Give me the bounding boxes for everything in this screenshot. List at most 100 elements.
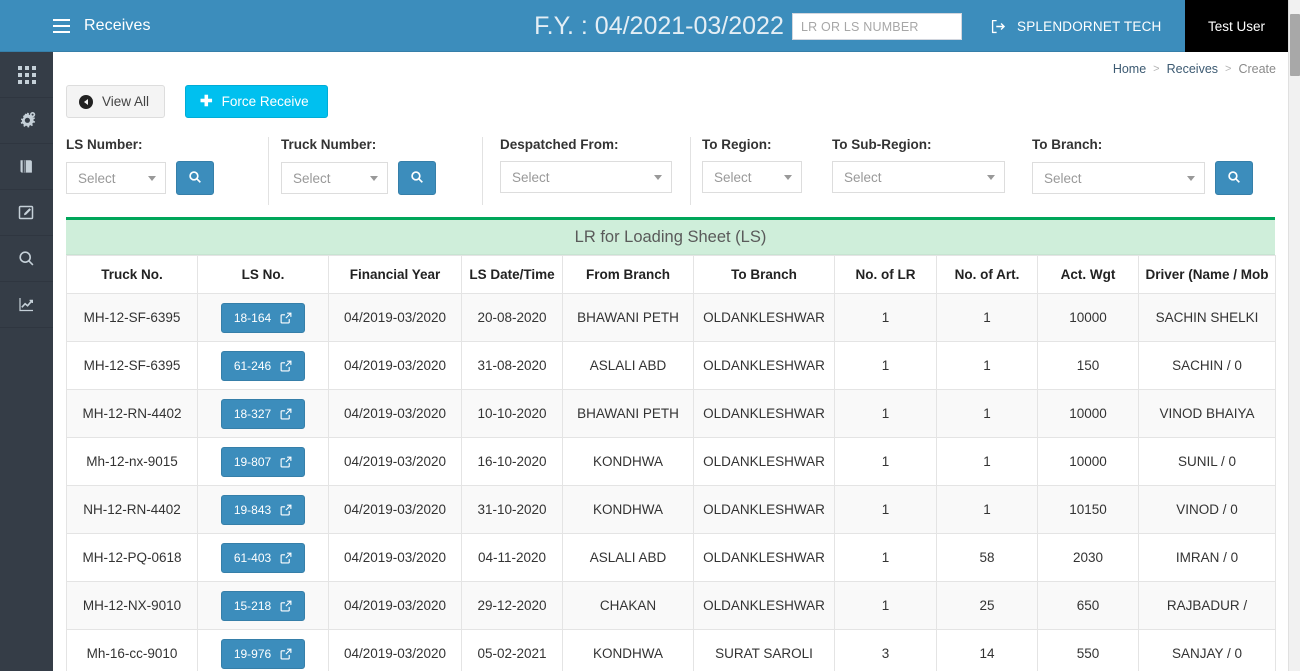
ls-number-select[interactable]: Select: [66, 162, 166, 194]
plus-icon: ✚: [200, 93, 213, 110]
cell-from-branch: KONDHWA: [562, 437, 694, 486]
filter-label: To Branch:: [1032, 137, 1103, 152]
sidebar-item-masters[interactable]: [0, 144, 53, 190]
sidebar-item-dashboard[interactable]: [0, 52, 53, 98]
cell-to-branch: OLDANKLESHWAR: [693, 581, 835, 630]
column-header-ls-date: LS Date/Time: [461, 255, 563, 294]
table-row: MH-12-SF-6395 61-246 04/2019-03/2020 31-08-…: [66, 341, 1276, 390]
ls-number-label: 61-403: [233, 550, 272, 565]
hamburger-icon[interactable]: [53, 19, 70, 33]
search-icon: [410, 170, 424, 187]
table-header-row: Truck No. LS No. Financial Year LS Date/…: [66, 255, 1276, 294]
table-row: MH-12-RN-4402 18-327 04/2019-03/2020 10-10-…: [66, 389, 1276, 438]
cell-truck-no: Mh-16-cc-9010: [66, 629, 198, 671]
cell-no-of-lr: 1: [834, 533, 937, 582]
filter-truck-number: Truck Number: Select: [281, 137, 436, 195]
company-name: SPLENDORNET TECH: [1017, 18, 1162, 34]
search-icon: [17, 249, 36, 268]
cell-to-branch: OLDANKLESHWAR: [693, 533, 835, 582]
user-menu[interactable]: Test User: [1185, 0, 1288, 52]
pencil-square-icon: [17, 203, 36, 222]
force-receive-button[interactable]: ✚ Force Receive: [185, 85, 328, 118]
cell-driver: RAJBADUR /: [1138, 581, 1276, 630]
to-sub-region-select[interactable]: Select: [832, 161, 1005, 193]
filter-label: To Sub-Region:: [832, 137, 932, 152]
ls-number-label: 61-246: [233, 358, 272, 373]
to-region-select[interactable]: Select: [702, 161, 802, 193]
cell-financial-year: 04/2019-03/2020: [328, 533, 462, 582]
cell-ls-date: 31-08-2020: [461, 341, 563, 390]
left-sidebar: [0, 52, 53, 671]
cell-no-of-art: 25: [936, 581, 1038, 630]
filter-label: Truck Number:: [281, 137, 377, 152]
ls-number-search-button[interactable]: [176, 161, 214, 195]
cell-act-wgt: 650: [1037, 581, 1139, 630]
ls-number-label: 19-843: [233, 502, 272, 517]
search-input[interactable]: [792, 13, 962, 40]
sidebar-item-entry[interactable]: [0, 190, 53, 236]
cell-no-of-lr: 1: [834, 437, 937, 486]
sidebar-item-settings[interactable]: [0, 98, 53, 144]
cell-to-branch: OLDANKLESHWAR: [693, 293, 835, 342]
cell-driver: SUNIL / 0: [1138, 437, 1276, 486]
grid-apps-icon: [17, 65, 36, 84]
cell-no-of-lr: 1: [834, 293, 937, 342]
cell-financial-year: 04/2019-03/2020: [328, 341, 462, 390]
cell-truck-no: NH-12-RN-4402: [66, 485, 198, 534]
ls-number-link-button[interactable]: 19-976: [220, 638, 306, 669]
truck-number-search-button[interactable]: [398, 161, 436, 195]
cell-ls-no: 61-403: [197, 533, 329, 582]
ls-number-label: 18-327: [233, 406, 272, 421]
cell-ls-no: 19-843: [197, 485, 329, 534]
ls-number-link-button[interactable]: 19-807: [220, 446, 306, 477]
page-scrollbar[interactable]: [1288, 0, 1300, 671]
navbar-left: Receives: [53, 0, 151, 52]
ls-number-link-button[interactable]: 19-843: [220, 494, 306, 525]
ls-number-link-button[interactable]: 61-246: [220, 350, 306, 381]
sidebar-item-search[interactable]: [0, 236, 53, 282]
external-link-icon: [280, 408, 292, 420]
ls-number-link-button[interactable]: 18-164: [220, 302, 306, 333]
arrow-circle-left-icon: [79, 94, 93, 109]
breadcrumb-home[interactable]: Home: [1113, 62, 1146, 76]
cell-ls-no: 19-807: [197, 437, 329, 486]
cell-to-branch: OLDANKLESHWAR: [693, 389, 835, 438]
ls-number-link-button[interactable]: 18-327: [220, 398, 306, 429]
cell-truck-no: MH-12-PQ-0618: [66, 533, 198, 582]
truck-number-select[interactable]: Select: [281, 162, 388, 194]
to-branch-search-button[interactable]: [1215, 161, 1253, 195]
cell-from-branch: KONDHWA: [562, 629, 694, 671]
lr-panel: LR for Loading Sheet (LS) Truck No. LS N…: [66, 217, 1276, 671]
filter-bar: LS Number: Select Truck Number: Select D…: [66, 137, 1288, 207]
to-branch-select[interactable]: Select: [1032, 162, 1205, 194]
cell-truck-no: MH-12-SF-6395: [66, 293, 198, 342]
cell-ls-no: 19-976: [197, 629, 329, 671]
breadcrumb-receives[interactable]: Receives: [1167, 62, 1218, 76]
cell-driver: VINOD / 0: [1138, 485, 1276, 534]
select-value: Select: [512, 169, 550, 185]
filter-to-branch: To Branch: Select: [1032, 137, 1253, 195]
cell-to-branch: OLDANKLESHWAR: [693, 341, 835, 390]
cell-ls-no: 15-218: [197, 581, 329, 630]
cell-truck-no: MH-12-NX-9010: [66, 581, 198, 630]
app-root: Receives F.Y. : 04/2021-03/2022 SPLENDOR…: [0, 0, 1300, 671]
company-menu[interactable]: SPLENDORNET TECH: [991, 0, 1161, 52]
ls-number-link-button[interactable]: 61-403: [220, 542, 306, 573]
sidebar-item-reports[interactable]: [0, 282, 53, 328]
select-value: Select: [714, 169, 752, 185]
table-body: MH-12-SF-6395 18-164 04/2019-03/2020 20-08-…: [66, 293, 1276, 671]
external-link-icon: [280, 600, 292, 612]
select-value: Select: [293, 170, 331, 186]
select-value: Select: [844, 169, 882, 185]
view-all-button[interactable]: View All: [66, 85, 166, 118]
column-header-no-of-lr: No. of LR: [834, 255, 937, 294]
cell-truck-no: Mh-12-nx-9015: [66, 437, 198, 486]
cell-from-branch: ASLALI ABD: [562, 341, 694, 390]
cell-driver: VINOD BHAIYA: [1138, 389, 1276, 438]
ls-number-link-button[interactable]: 15-218: [220, 590, 306, 621]
external-link-icon: [280, 312, 292, 324]
despatched-from-select[interactable]: Select: [500, 161, 672, 193]
scrollbar-thumb[interactable]: [1290, 14, 1300, 76]
cell-no-of-art: 58: [936, 533, 1038, 582]
ls-number-label: 18-164: [233, 310, 272, 325]
